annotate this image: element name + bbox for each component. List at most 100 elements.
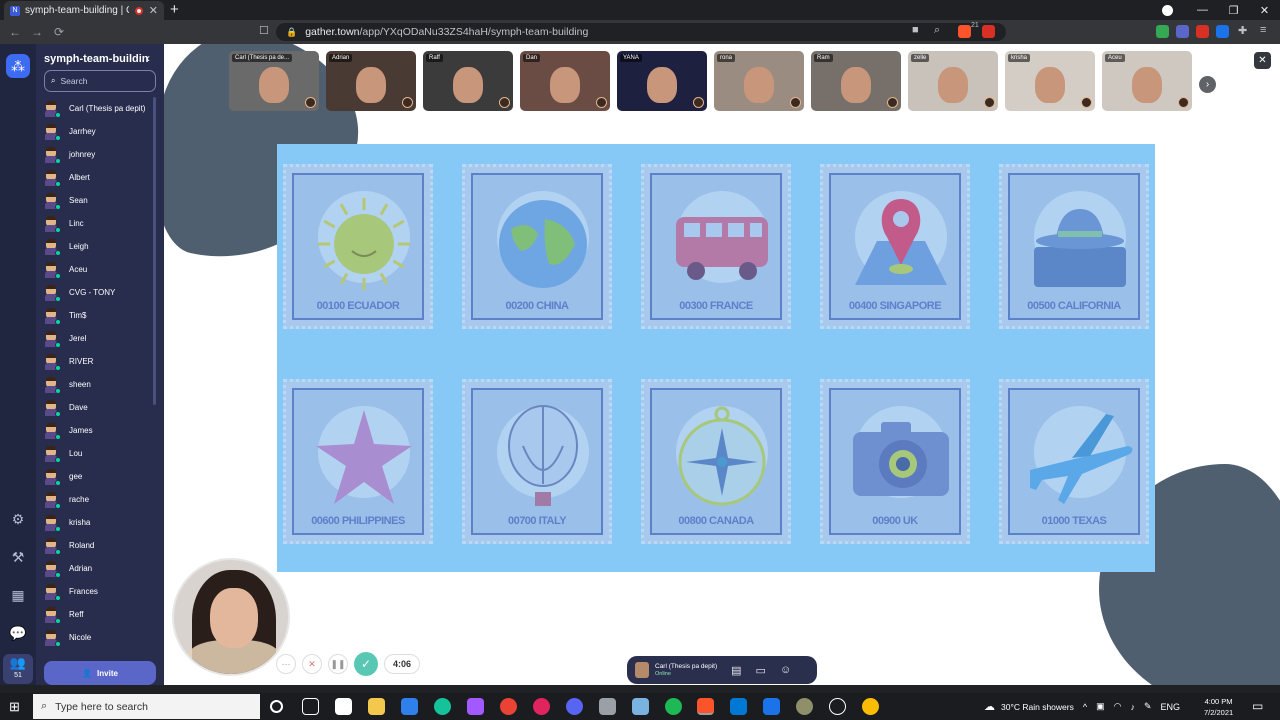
rewards-icon[interactable] — [982, 25, 995, 38]
windows-start-icon[interactable]: ⊞ — [9, 699, 20, 715]
tab-close-icon[interactable]: ✕ — [149, 4, 158, 17]
close-object-button[interactable]: ✕ — [1254, 52, 1271, 69]
member-row[interactable]: Jerel — [44, 327, 154, 350]
invite-button[interactable]: 👤 Invite — [44, 661, 156, 685]
travel-stamp[interactable]: 00100 ECUADOR — [283, 164, 433, 329]
menu-icon[interactable]: ≡ — [1260, 24, 1266, 36]
member-row[interactable]: James — [44, 419, 154, 442]
address-bar[interactable]: 🔒 gather.town /app/YXqODaNu33ZS4haH/symp… — [276, 23, 1006, 41]
extension-icon[interactable] — [1216, 25, 1229, 38]
file-explorer-icon[interactable] — [368, 698, 385, 715]
game-canvas[interactable]: 00100 ECUADOR 00200 CHINA 00300 FRANCE 0040… — [164, 44, 1280, 685]
notion-icon[interactable] — [335, 698, 352, 715]
language-indicator[interactable]: ENG — [1161, 702, 1181, 712]
video-tile[interactable]: Aceu — [1102, 51, 1192, 111]
calendar-icon[interactable]: ▦ — [9, 586, 27, 604]
member-row[interactable]: krisha — [44, 511, 154, 534]
extension-icon[interactable] — [1176, 25, 1189, 38]
discord-icon[interactable] — [566, 698, 583, 715]
chrome-icon[interactable] — [500, 698, 517, 715]
self-camera[interactable] — [172, 558, 290, 676]
search-input[interactable] — [60, 76, 151, 86]
travel-stamp[interactable]: 00500 CALIFORNIA — [999, 164, 1149, 329]
puzzle-icon[interactable]: ✚ — [1238, 24, 1247, 37]
member-search[interactable]: ⌕ — [44, 70, 156, 92]
chat-icon[interactable]: 💬 — [9, 624, 27, 642]
travel-stamp[interactable]: 00700 ITALY — [462, 379, 612, 544]
back-button[interactable]: ← — [4, 25, 26, 39]
video-tile[interactable]: krisha — [1005, 51, 1095, 111]
bookmark-icon[interactable]: ☐ — [259, 24, 269, 37]
notification-icon[interactable]: ▭ — [1252, 699, 1263, 713]
member-row[interactable]: rache — [44, 488, 154, 511]
scissors-icon[interactable] — [1196, 25, 1209, 38]
weather-text[interactable]: 30°C Rain showers — [1001, 702, 1074, 712]
member-row[interactable]: Sean — [44, 189, 154, 212]
travel-stamp[interactable]: 00900 UK — [820, 379, 970, 544]
gather-logo-icon[interactable]: ⁂ — [6, 54, 30, 78]
people-button[interactable]: 👥 51 — [3, 654, 33, 684]
new-tab-button[interactable]: + — [170, 1, 179, 18]
travel-stamp[interactable]: 00800 CANADA — [641, 379, 791, 544]
network-icon[interactable]: ▣ — [1096, 701, 1105, 712]
member-row[interactable]: Lou — [44, 442, 154, 465]
emoji-icon[interactable]: ☺ — [780, 664, 791, 676]
travel-stamp[interactable]: 00300 FRANCE — [641, 164, 791, 329]
member-row[interactable]: sheen — [44, 373, 154, 396]
member-row[interactable]: Tim$ — [44, 304, 154, 327]
member-row[interactable]: CVG - TONY — [44, 281, 154, 304]
member-row[interactable]: Dave — [44, 396, 154, 419]
member-row[interactable]: Roland — [44, 534, 154, 557]
app-icon[interactable] — [599, 698, 616, 715]
cortana-icon[interactable] — [270, 700, 283, 713]
member-row[interactable]: Carl (Thesis pa depit) — [44, 97, 154, 120]
minimize-button[interactable]: — — [1187, 4, 1218, 16]
video-tile[interactable]: Ram — [811, 51, 901, 111]
camera-indicator-icon[interactable]: ■ — [912, 24, 919, 36]
video-tile[interactable]: Adrian — [326, 51, 416, 111]
tray-chevron-icon[interactable]: ^ — [1083, 702, 1087, 712]
member-row[interactable]: Albert — [44, 166, 154, 189]
video-tile[interactable]: Carl (Thesis pa de... — [229, 51, 319, 111]
collapse-panel-icon[interactable]: ‹ — [146, 51, 150, 65]
calendar-app-icon[interactable] — [763, 698, 780, 715]
member-list-scrollbar[interactable] — [153, 97, 156, 405]
next-videos-button[interactable]: › — [1199, 76, 1216, 93]
taskbar-search[interactable]: ⌕ Type here to search — [33, 694, 260, 719]
figma-icon[interactable] — [467, 698, 484, 715]
zoom-icon[interactable]: ⌕ — [934, 24, 940, 37]
screen-share-icon[interactable]: ▭ — [756, 664, 766, 677]
gear-icon[interactable]: ⚙ — [9, 510, 27, 528]
app-icon[interactable] — [796, 698, 813, 715]
confirm-icon[interactable]: ✓ — [354, 652, 378, 676]
hammer-icon[interactable]: ⚒ — [9, 548, 27, 566]
member-row[interactable]: gee — [44, 465, 154, 488]
profile-icon[interactable] — [1162, 4, 1173, 16]
member-row[interactable]: johnrey — [44, 143, 154, 166]
chrome-canary-icon[interactable] — [862, 698, 879, 715]
member-row[interactable]: Linc — [44, 212, 154, 235]
member-row[interactable]: Jarrhey — [44, 120, 154, 143]
member-row[interactable]: Leigh — [44, 235, 154, 258]
member-row[interactable]: Frances — [44, 580, 154, 603]
task-view-icon[interactable] — [302, 698, 319, 715]
video-tile[interactable]: zelle — [908, 51, 998, 111]
maximize-button[interactable]: ❐ — [1218, 4, 1249, 17]
more-icon[interactable]: ··· — [276, 654, 296, 674]
app-icon[interactable] — [533, 698, 550, 715]
video-tile[interactable]: Raff — [423, 51, 513, 111]
video-tile[interactable]: Dan — [520, 51, 610, 111]
pen-icon[interactable]: ✎ — [1144, 701, 1152, 712]
cancel-icon[interactable]: ✕ — [302, 654, 322, 674]
travel-stamp[interactable]: 00400 SINGAPORE — [820, 164, 970, 329]
member-row[interactable]: Reff — [44, 603, 154, 626]
spotify-icon[interactable] — [665, 698, 682, 715]
travel-stamp[interactable]: 00600 PHILIPPINES — [283, 379, 433, 544]
forward-button[interactable]: → — [26, 25, 48, 39]
reload-button[interactable]: ⟳ — [48, 25, 70, 39]
user-avatar[interactable] — [635, 662, 649, 678]
member-row[interactable]: Adrian — [44, 557, 154, 580]
clock-app-icon[interactable] — [829, 698, 846, 715]
taskbar-clock[interactable]: 4:00 PM 7/2/2021 — [1204, 696, 1233, 718]
brave-shield-icon[interactable] — [958, 25, 971, 38]
